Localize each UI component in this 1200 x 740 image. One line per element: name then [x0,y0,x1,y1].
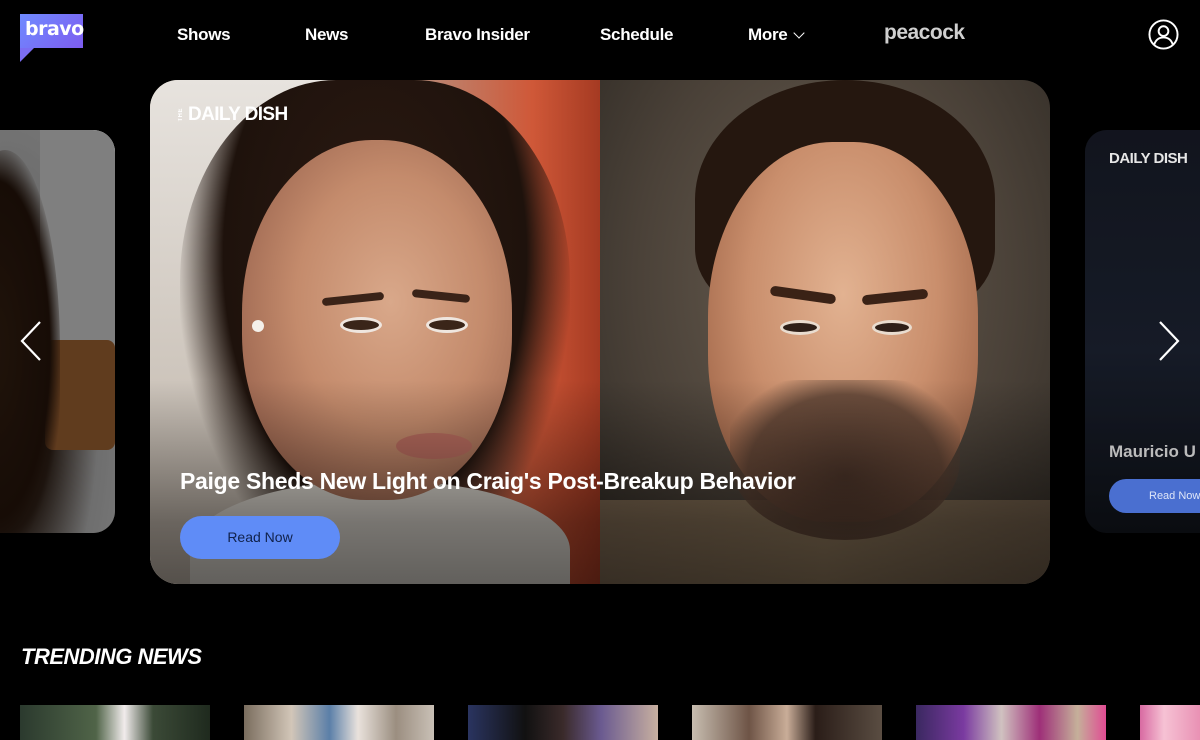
hero-left-earring [252,320,264,332]
hero-right-eye [872,320,912,335]
hero-headline[interactable]: Paige Sheds New Light on Craig's Post-Br… [180,468,796,495]
hero-story-card[interactable]: THE DAILY DISH Paige Sheds New Light on … [150,80,1050,584]
trending-thumbnail[interactable] [244,705,434,740]
chevron-left-icon[interactable] [10,316,50,366]
hero-left-eye [340,317,382,333]
trending-news-list [0,705,1200,740]
nav-news[interactable]: News [305,25,349,45]
nav-more-label: More [748,25,788,44]
thumbnail-image [692,705,882,740]
peacock-logo[interactable]: peacock [884,21,965,45]
user-circle-icon[interactable] [1148,19,1179,50]
trending-news-heading: TRENDING NEWS [21,644,202,669]
thumbnail-image [916,705,1106,740]
site-header: bravo Shows News Bravo Insider Schedule … [0,0,1200,70]
thumbnail-image [20,705,210,740]
bravo-logo[interactable]: bravo [20,14,84,62]
daily-dish-the: THE [178,108,184,122]
logo-text: bravo [25,18,84,40]
next-card-brand: DAILY DISH [1109,150,1188,167]
thumbnail-image [1140,705,1200,740]
daily-dish-wordmark: DAILY DISH [188,104,288,125]
trending-thumbnail[interactable] [692,705,882,740]
read-now-button[interactable]: Read Now [180,516,340,559]
hero-left-eye [426,317,468,333]
nav-schedule[interactable]: Schedule [600,25,673,45]
trending-thumbnail[interactable] [916,705,1106,740]
daily-dish-logo: THE DAILY DISH [178,104,288,126]
chevron-right-icon[interactable] [1150,316,1190,366]
nav-bravo-insider[interactable]: Bravo Insider [425,25,530,45]
hero-right-eye [780,320,820,335]
next-card-headline: Mauricio U [1109,442,1196,461]
nav-shows[interactable]: Shows [177,25,231,45]
nav-more[interactable]: More [748,25,806,45]
logo-tail [20,48,34,62]
trending-thumbnail[interactable] [1140,705,1200,740]
featured-carousel: DAILY DISH Mauricio U Read Now THE DAILY… [0,80,1200,585]
trending-thumbnail[interactable] [20,705,210,740]
thumbnail-image [468,705,658,740]
thumbnail-image [244,705,434,740]
chevron-down-icon [793,26,806,39]
next-card-read-now-button[interactable]: Read Now [1109,479,1200,513]
trending-thumbnail[interactable] [468,705,658,740]
